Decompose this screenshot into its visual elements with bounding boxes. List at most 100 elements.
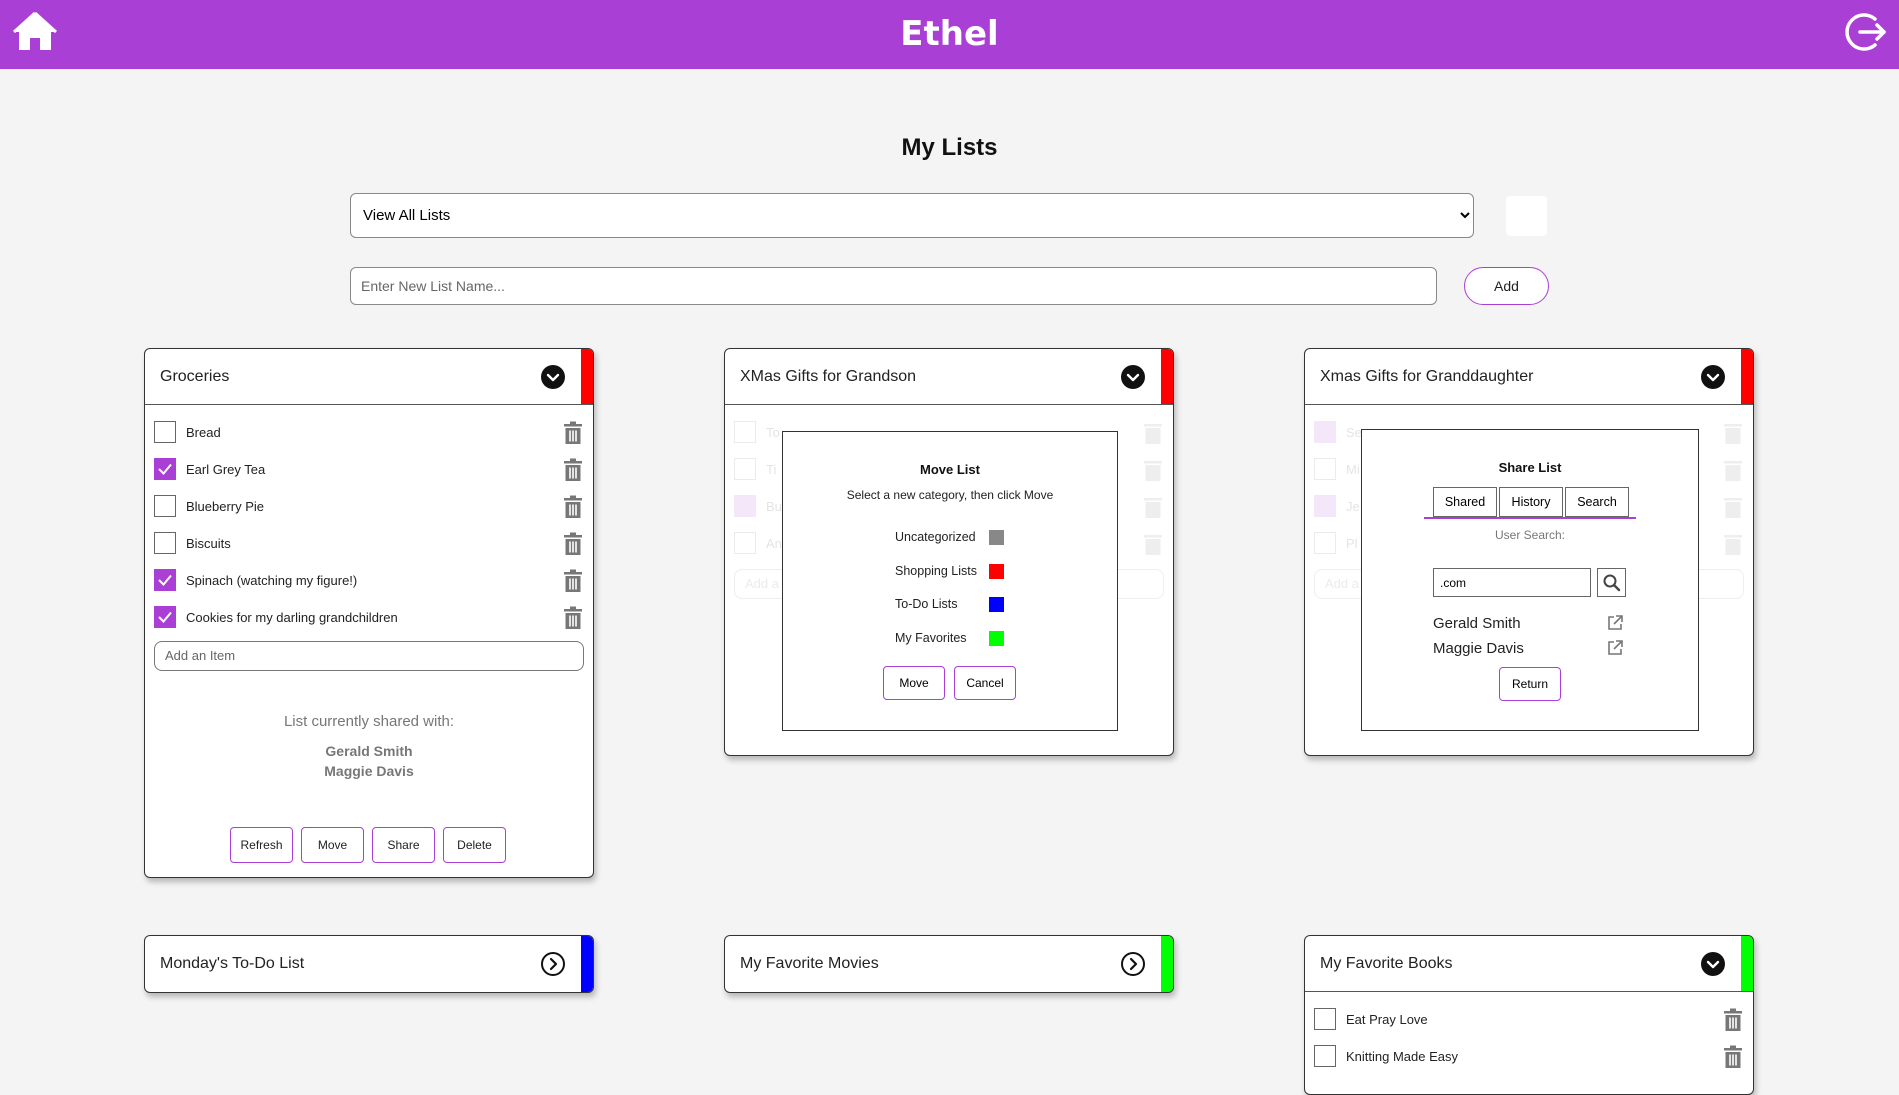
trash-icon[interactable]	[1722, 1008, 1744, 1032]
item-checkbox[interactable]	[1314, 1008, 1336, 1030]
shared-user-name: Maggie Davis	[324, 763, 414, 779]
expand-icon[interactable]	[1121, 952, 1145, 976]
card-title: XMas Gifts for Grandson	[740, 368, 917, 385]
add-item-input[interactable]: Add an Item	[154, 641, 584, 671]
trash-icon[interactable]	[562, 606, 584, 630]
trash-icon	[1722, 495, 1744, 519]
item-label: Bu	[766, 499, 782, 514]
item-checkbox	[1314, 495, 1336, 517]
trash-icon	[1142, 458, 1164, 482]
list-item: Biscuits	[154, 532, 584, 556]
add-list-button[interactable]: Add	[1464, 267, 1549, 305]
category-label: To-Do Lists	[895, 597, 958, 611]
card-title: Groceries	[160, 368, 230, 385]
collapse-icon[interactable]	[1121, 365, 1145, 389]
trash-icon[interactable]	[562, 421, 584, 445]
delete-button[interactable]: Delete	[443, 827, 506, 863]
expand-icon[interactable]	[541, 952, 565, 976]
item-checkbox[interactable]	[154, 606, 176, 628]
collapse-icon[interactable]	[1701, 365, 1725, 389]
list-card-monday: Monday's To-Do List	[144, 935, 594, 993]
category-option[interactable]: My Favorites	[895, 631, 967, 645]
card-title: My Favorite Movies	[740, 955, 879, 972]
item-checkbox[interactable]	[154, 458, 176, 480]
item-checkbox	[734, 421, 756, 443]
item-label: Blueberry Pie	[186, 499, 265, 514]
list-filter-select[interactable]: View All Lists	[350, 193, 1474, 238]
tab-history[interactable]: History	[1499, 487, 1563, 517]
item-checkbox[interactable]	[154, 532, 176, 554]
list-card-granddaughter: Xmas Gifts for Granddaughter Se Mi Je Pl…	[1304, 348, 1754, 756]
item-checkbox	[734, 495, 756, 517]
item-checkbox	[734, 532, 756, 554]
item-label: Ti	[766, 462, 777, 477]
item-label: Eat Pray Love	[1346, 1012, 1428, 1027]
item-label: Mi	[1346, 462, 1360, 477]
share-external-icon[interactable]	[1606, 639, 1624, 657]
modal-title: Share List	[1498, 460, 1562, 475]
list-item: Spinach (watching my figure!)	[154, 569, 584, 593]
modal-title: Move List	[920, 462, 980, 477]
trash-icon[interactable]	[562, 495, 584, 519]
tab-search[interactable]: Search	[1565, 487, 1629, 517]
category-swatch-todo[interactable]	[989, 597, 1004, 612]
item-label: Pl	[1346, 536, 1358, 551]
move-confirm-button[interactable]: Move	[883, 666, 945, 700]
logout-icon[interactable]	[1845, 11, 1887, 53]
item-checkbox[interactable]	[154, 569, 176, 591]
share-list-modal: Share List Shared History Search User Se…	[1361, 429, 1699, 731]
trash-icon[interactable]	[562, 532, 584, 556]
return-button[interactable]: Return	[1499, 667, 1561, 701]
item-checkbox[interactable]	[154, 495, 176, 517]
cancel-button[interactable]: Cancel	[954, 666, 1016, 700]
move-button[interactable]: Move	[301, 827, 364, 863]
list-item: Knitting Made Easy	[1314, 1045, 1744, 1069]
search-result-user: Maggie Davis	[1433, 640, 1524, 657]
new-list-name-input[interactable]	[350, 267, 1437, 305]
refresh-button[interactable]: Refresh	[230, 827, 293, 863]
list-card-books: My Favorite Books Eat Pray Love Knitting…	[1304, 935, 1754, 1095]
shared-with-heading: List currently shared with:	[283, 713, 455, 730]
list-item: Bread	[154, 421, 584, 445]
category-option[interactable]: Shopping Lists	[895, 564, 977, 578]
item-label: To	[766, 425, 780, 440]
category-swatch-shopping[interactable]	[989, 564, 1004, 579]
item-label: Earl Grey Tea	[186, 462, 266, 477]
trash-icon	[1142, 495, 1164, 519]
category-label: My Favorites	[895, 631, 967, 645]
item-label: Se	[1346, 425, 1362, 440]
card-header: Xmas Gifts for Granddaughter	[1305, 349, 1753, 405]
card-header: XMas Gifts for Grandson	[725, 349, 1173, 405]
item-checkbox	[1314, 421, 1336, 443]
blank-button[interactable]	[1506, 196, 1547, 236]
item-label: Biscuits	[186, 536, 231, 551]
category-label: Shopping Lists	[895, 564, 978, 578]
list-card-groceries: Groceries Bread Earl Grey Tea Blueberry …	[144, 348, 594, 878]
tab-underline	[1424, 517, 1636, 519]
collapse-icon[interactable]	[541, 365, 565, 389]
category-swatch-uncategorized[interactable]	[989, 530, 1004, 545]
item-checkbox[interactable]	[1314, 1045, 1336, 1067]
trash-icon	[1142, 532, 1164, 556]
category-option[interactable]: Uncategorized	[895, 530, 976, 544]
collapse-icon[interactable]	[1701, 952, 1725, 976]
trash-icon[interactable]	[1722, 1045, 1744, 1069]
trash-icon	[1722, 458, 1744, 482]
trash-icon[interactable]	[562, 569, 584, 593]
share-button[interactable]: Share	[372, 827, 435, 863]
card-title: My Favorite Books	[1320, 955, 1453, 972]
category-option[interactable]: To-Do Lists	[895, 597, 958, 611]
share-external-icon[interactable]	[1606, 614, 1624, 632]
list-item: Eat Pray Love	[1314, 1008, 1744, 1032]
category-swatch-favorites[interactable]	[989, 631, 1004, 646]
card-header: Groceries	[145, 349, 593, 405]
tab-shared[interactable]: Shared	[1433, 487, 1497, 517]
item-checkbox[interactable]	[154, 421, 176, 443]
search-icon[interactable]	[1597, 568, 1626, 597]
item-label: Knitting Made Easy	[1346, 1049, 1459, 1064]
category-label: Uncategorized	[895, 530, 976, 544]
item-label: Je	[1346, 499, 1360, 514]
card-title: Monday's To-Do List	[160, 955, 305, 972]
user-search-input[interactable]	[1433, 568, 1591, 597]
trash-icon[interactable]	[562, 458, 584, 482]
